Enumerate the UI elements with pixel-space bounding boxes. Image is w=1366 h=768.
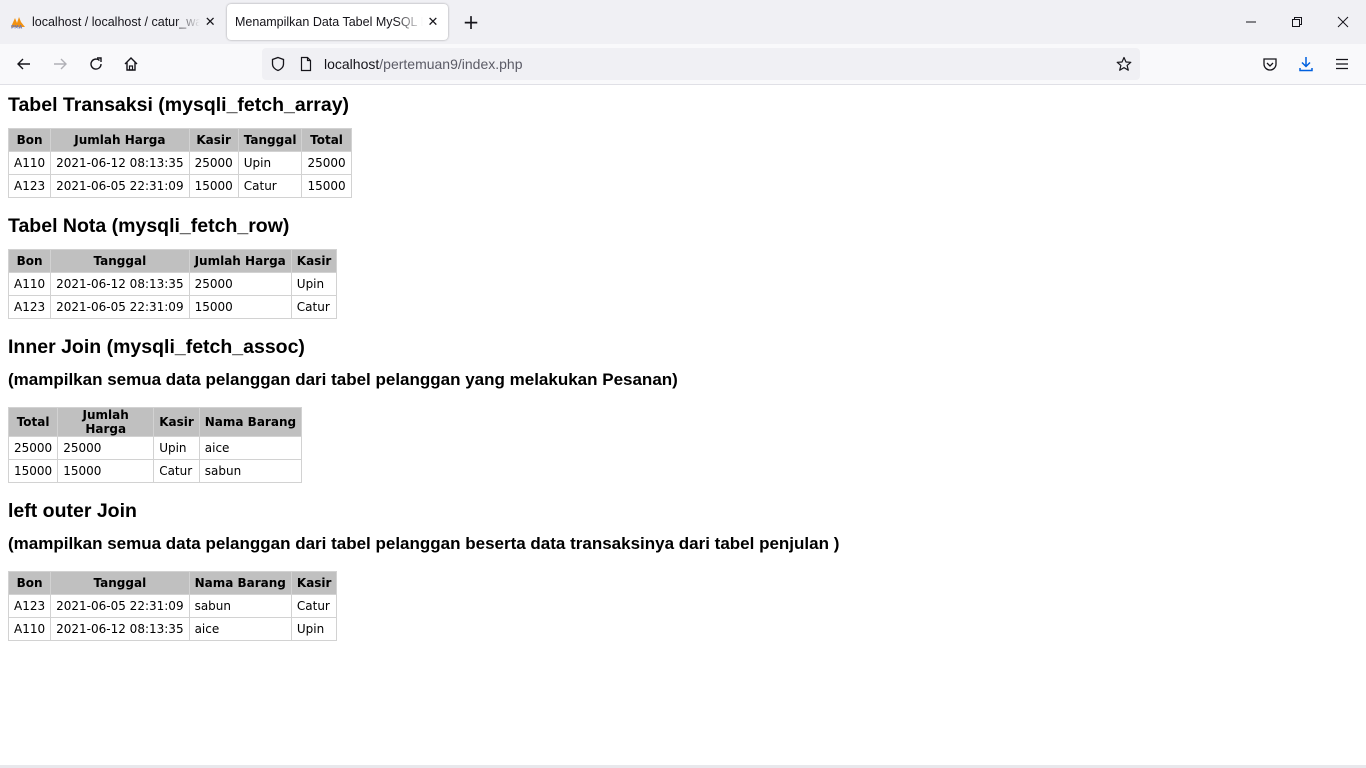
table-cell: Catur xyxy=(237,174,303,198)
column-header: Nama Barang xyxy=(188,571,292,595)
table-cell: 15000 xyxy=(7,459,59,483)
table-cell: Catur xyxy=(153,459,200,483)
table-left-join: Bon Tanggal Nama Barang Kasir A123 2021-… xyxy=(7,571,338,641)
url-bar[interactable]: localhost/pertemuan9/index.php xyxy=(262,48,1140,80)
table-cell: A110 xyxy=(7,272,52,296)
column-header: Kasir xyxy=(290,249,338,273)
table-cell: A110 xyxy=(7,617,52,641)
restore-icon[interactable] xyxy=(1274,0,1320,44)
table-row: 25000 25000 Upin aice xyxy=(7,436,303,460)
column-header: Tanggal xyxy=(50,249,190,273)
table-row: 15000 15000 Catur sabun xyxy=(7,459,303,483)
table-row: A123 2021-06-05 22:31:09 15000 Catur xyxy=(7,295,338,319)
table-cell: 15000 xyxy=(188,174,239,198)
table-cell: 15000 xyxy=(188,295,292,319)
table-cell: 25000 xyxy=(301,151,352,175)
menu-icon[interactable] xyxy=(1330,52,1354,76)
table-cell: Upin xyxy=(290,617,338,641)
table-cell: Upin xyxy=(237,151,303,175)
tab-title: Menampilkan Data Tabel MySQL De xyxy=(235,15,423,29)
table-cell: 2021-06-12 08:13:35 xyxy=(50,272,190,296)
column-header: Nama Barang xyxy=(198,407,303,437)
tab-phpmyadmin[interactable]: PMA localhost / localhost / catur_wa ✕ xyxy=(8,0,218,44)
table-row: A123 2021-06-05 22:31:09 15000 Catur 150… xyxy=(7,174,352,198)
column-header: Total xyxy=(7,407,59,437)
table-cell: A123 xyxy=(7,174,52,198)
close-window-icon[interactable] xyxy=(1320,0,1366,44)
table-cell: 15000 xyxy=(57,459,155,483)
column-header: Bon xyxy=(7,571,52,595)
table-cell: 2021-06-12 08:13:35 xyxy=(50,151,190,175)
section-title-nota: Tabel Nota (mysqli_fetch_row) xyxy=(8,215,290,237)
table-cell: 25000 xyxy=(57,436,155,460)
table-cell: 25000 xyxy=(188,272,292,296)
table-cell: 2021-06-05 22:31:09 xyxy=(50,174,190,198)
back-icon[interactable] xyxy=(12,52,36,76)
section-title-left-join: left outer Join xyxy=(8,500,137,522)
table-inner-join: Total Jumlah Harga Kasir Nama Barang 250… xyxy=(7,407,303,483)
url-path: /pertemuan9/index.php xyxy=(379,56,523,72)
table-cell: aice xyxy=(188,617,292,641)
table-cell: Catur xyxy=(290,295,338,319)
column-header: Jumlah Harga xyxy=(188,249,292,273)
table-cell: A110 xyxy=(7,151,52,175)
table-cell: 15000 xyxy=(301,174,352,198)
phpmyadmin-icon: PMA xyxy=(10,14,26,30)
close-tab-icon[interactable]: ✕ xyxy=(425,14,441,30)
reload-icon[interactable] xyxy=(84,52,108,76)
column-header: Tanggal xyxy=(237,128,303,152)
table-cell: A123 xyxy=(7,295,52,319)
table-cell: Catur xyxy=(290,594,338,618)
table-cell: sabun xyxy=(198,459,303,483)
nav-toolbar: localhost/pertemuan9/index.php xyxy=(0,44,1366,85)
table-row: A123 2021-06-05 22:31:09 sabun Catur xyxy=(7,594,338,618)
section-subtitle-left-join: (mampilkan semua data pelanggan dari tab… xyxy=(8,534,840,553)
column-header: Total xyxy=(301,128,352,152)
column-header: Bon xyxy=(7,128,52,152)
column-header: Jumlah Harga xyxy=(50,128,190,152)
page-content: Tabel Transaksi (mysqli_fetch_array) Bon… xyxy=(0,85,1366,768)
table-cell: aice xyxy=(198,436,303,460)
table-row: A110 2021-06-12 08:13:35 aice Upin xyxy=(7,617,338,641)
table-cell: Upin xyxy=(153,436,200,460)
table-cell: A123 xyxy=(7,594,52,618)
bookmark-star-icon[interactable] xyxy=(1116,56,1132,76)
table-cell: Upin xyxy=(290,272,338,296)
table-row: A110 2021-06-12 08:13:35 25000 Upin xyxy=(7,272,338,296)
table-cell: 25000 xyxy=(7,436,59,460)
section-title-transaksi: Tabel Transaksi (mysqli_fetch_array) xyxy=(8,94,350,116)
table-nota: Bon Tanggal Jumlah Harga Kasir A110 2021… xyxy=(7,249,338,319)
svg-text:PMA: PMA xyxy=(11,25,23,30)
forward-icon[interactable] xyxy=(48,52,72,76)
section-subtitle-inner-join: (mampilkan semua data pelanggan dari tab… xyxy=(8,370,678,389)
section-title-inner-join: Inner Join (mysqli_fetch_assoc) xyxy=(8,336,305,358)
new-tab-button[interactable]: + xyxy=(461,12,481,32)
downloads-icon[interactable] xyxy=(1294,52,1318,76)
url-host: localhost xyxy=(324,56,380,72)
column-header: Bon xyxy=(7,249,52,273)
page-icon xyxy=(298,56,314,76)
shield-icon[interactable] xyxy=(270,56,286,76)
table-row: A110 2021-06-12 08:13:35 25000 Upin 2500… xyxy=(7,151,352,175)
minimize-icon[interactable] xyxy=(1228,0,1274,44)
home-icon[interactable] xyxy=(119,52,143,76)
column-header: Kasir xyxy=(188,128,239,152)
column-header: Kasir xyxy=(290,571,338,595)
tab-active[interactable]: Menampilkan Data Tabel MySQL De ✕ xyxy=(227,4,448,40)
column-header: Jumlah Harga xyxy=(57,407,155,437)
table-cell: 2021-06-12 08:13:35 xyxy=(50,617,190,641)
close-tab-icon[interactable]: ✕ xyxy=(202,14,218,30)
url-text[interactable]: localhost/pertemuan9/index.php xyxy=(324,48,522,80)
column-header: Kasir xyxy=(153,407,200,437)
table-cell: 2021-06-05 22:31:09 xyxy=(50,594,190,618)
table-cell: 2021-06-05 22:31:09 xyxy=(50,295,190,319)
table-cell: 25000 xyxy=(188,151,239,175)
tab-bar: PMA localhost / localhost / catur_wa ✕ M… xyxy=(0,0,1366,44)
table-transaksi: Bon Jumlah Harga Kasir Tanggal Total A11… xyxy=(7,128,352,198)
pocket-icon[interactable] xyxy=(1258,52,1282,76)
table-cell: sabun xyxy=(188,594,292,618)
tab-title: localhost / localhost / catur_wa xyxy=(32,15,201,29)
column-header: Tanggal xyxy=(50,571,190,595)
